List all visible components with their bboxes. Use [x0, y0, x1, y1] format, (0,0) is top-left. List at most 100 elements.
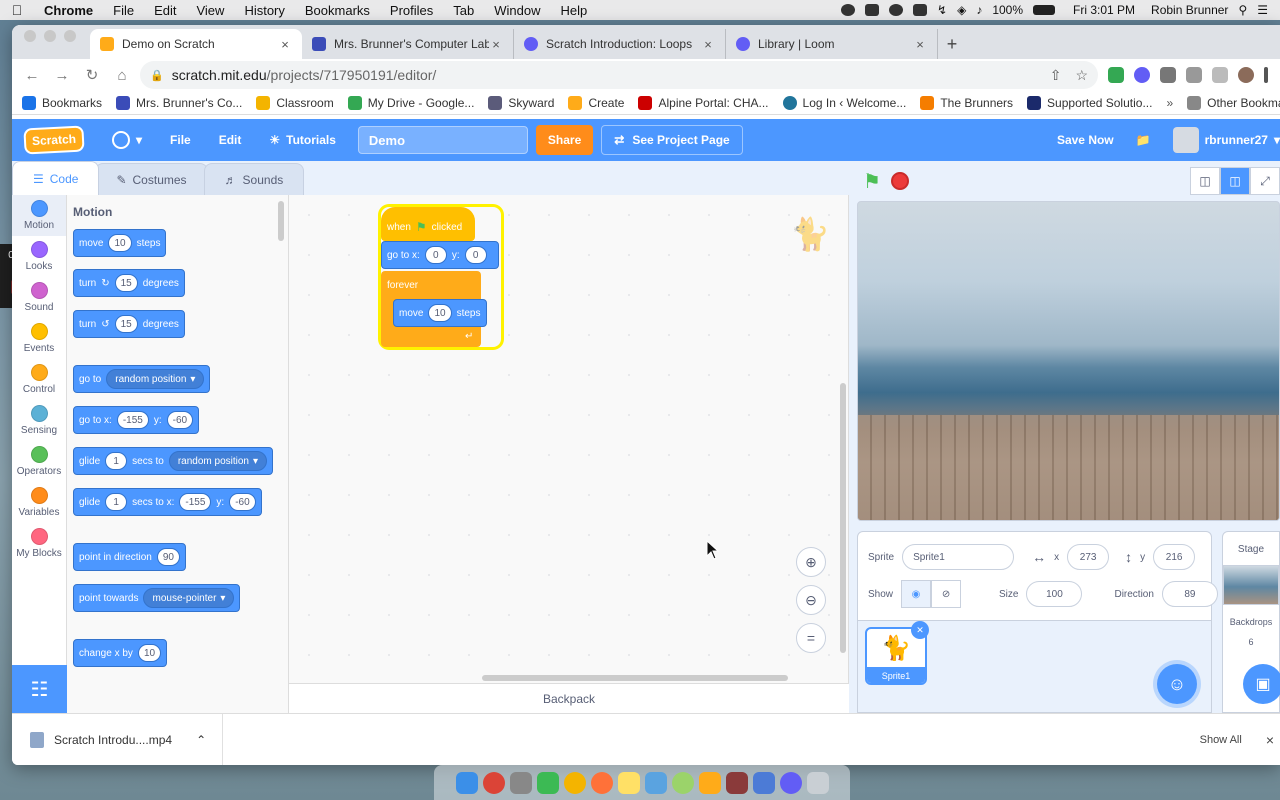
save-now-button[interactable]: Save Now: [1057, 133, 1114, 147]
close-window-button[interactable]: [24, 30, 36, 42]
menu-file[interactable]: File: [103, 3, 144, 18]
loom-extension-icon[interactable]: [1134, 67, 1150, 83]
tab-costumes[interactable]: ✎ Costumes: [95, 163, 208, 195]
workspace-horizontal-scrollbar[interactable]: [482, 675, 788, 681]
sync-icon[interactable]: [671, 771, 694, 794]
sidebar-icon[interactable]: [1212, 67, 1228, 83]
backpack-panel[interactable]: Backpack: [289, 683, 849, 713]
browser-tab-library-loom[interactable]: Library | Loom ×: [726, 29, 938, 59]
close-tab-icon[interactable]: ×: [489, 37, 503, 52]
workspace-vertical-scrollbar[interactable]: [840, 383, 846, 653]
block-input[interactable]: -155: [116, 411, 149, 429]
cloud-icon[interactable]: [889, 4, 904, 16]
zoom-in-button[interactable]: ⊕: [796, 547, 826, 577]
fullscreen-icon[interactable]: ⤢: [1250, 167, 1280, 195]
browser-tab-scratch-intro-loops[interactable]: Scratch Introduction: Loops ×: [514, 29, 726, 59]
chrome-icon[interactable]: [482, 771, 505, 794]
block-dropdown[interactable]: random position ▾: [168, 451, 268, 471]
menu-bookmarks[interactable]: Bookmarks: [295, 3, 380, 18]
minimize-window-button[interactable]: [44, 30, 56, 42]
show-all-downloads-button[interactable]: Show All: [1200, 734, 1242, 746]
address-bar[interactable]: 🔒 scratch.mit.edu /projects/717950191/ed…: [140, 61, 1098, 89]
stage-canvas[interactable]: [857, 201, 1280, 521]
status-app-icon[interactable]: [865, 4, 880, 16]
account-menu[interactable]: rbrunner27 ▾: [1172, 127, 1280, 153]
category-sound[interactable]: Sound: [12, 277, 66, 318]
block-turn-clockwise[interactable]: turn ↻ 15 degrees: [73, 269, 185, 297]
menu-help[interactable]: Help: [551, 3, 598, 18]
grid-extension-icon[interactable]: [1160, 67, 1176, 83]
firefox-icon[interactable]: [590, 771, 613, 794]
block-move-steps[interactable]: move 10 steps: [73, 229, 167, 257]
stage-target-pane[interactable]: Stage Backdrops 6 ▣: [1222, 531, 1280, 713]
category-operators[interactable]: Operators: [12, 441, 66, 482]
puzzle-extensions-icon[interactable]: [1186, 67, 1202, 83]
menubar-clock[interactable]: Fri 3:01 PM: [1073, 3, 1135, 17]
normal-stage-icon[interactable]: ◫: [1220, 167, 1250, 195]
share-button[interactable]: Share: [535, 125, 594, 155]
file-menu[interactable]: File: [156, 133, 205, 147]
direction-input[interactable]: 89: [1161, 581, 1218, 607]
block-input[interactable]: 10: [108, 234, 132, 252]
close-tab-icon[interactable]: ×: [701, 37, 715, 52]
block-input[interactable]: 1: [105, 452, 128, 470]
go-to-xy-block[interactable]: go to x: 0 y: 0: [381, 241, 499, 269]
bookmark-skyward[interactable]: Skyward: [488, 95, 554, 110]
script-workspace[interactable]: when ⚑ clicked go to x: 0 y: 0 forever m…: [289, 195, 849, 683]
block-input[interactable]: 15: [114, 315, 138, 333]
category-events[interactable]: Events: [12, 318, 66, 359]
block-input[interactable]: 0: [424, 246, 447, 264]
bookmark-wordpress-login[interactable]: Log In ‹ Welcome...: [782, 95, 906, 110]
browser-tab-demo-on-scratch[interactable]: Demo on Scratch ×: [90, 29, 302, 59]
block-input[interactable]: 10: [137, 644, 162, 662]
new-tab-button[interactable]: +: [938, 29, 966, 59]
share-page-icon[interactable]: ⇧: [1050, 67, 1062, 84]
menu-app-chrome[interactable]: Chrome: [34, 3, 103, 18]
spotlight-search-icon[interactable]: ⚲: [1238, 3, 1247, 17]
browser-tab-computer-lab[interactable]: Mrs. Brunner's Computer Lab ×: [302, 29, 514, 59]
bookmarks-overflow-chevron[interactable]: »: [1166, 96, 1173, 110]
block-point-towards[interactable]: point towards mouse-pointer ▾: [73, 584, 241, 612]
block-input[interactable]: -60: [229, 493, 256, 511]
maximize-window-button[interactable]: [64, 30, 76, 42]
menu-edit[interactable]: Edit: [144, 3, 186, 18]
bookmark-classroom[interactable]: Classroom: [256, 95, 334, 110]
block-input[interactable]: 90: [156, 548, 180, 566]
category-sensing[interactable]: Sensing: [12, 400, 66, 441]
language-menu[interactable]: ▾: [98, 131, 156, 149]
project-title-input[interactable]: [357, 126, 528, 154]
profile-avatar[interactable]: [1238, 67, 1254, 83]
stop-button[interactable]: [891, 172, 909, 190]
reload-icon[interactable]: ↻: [80, 63, 104, 87]
category-motion[interactable]: Motion: [12, 195, 66, 236]
menu-view[interactable]: View: [186, 3, 234, 18]
zoom-reset-button[interactable]: =: [796, 623, 826, 653]
choose-backdrop-button[interactable]: ▣: [1243, 664, 1280, 704]
close-downloads-icon[interactable]: ×: [1266, 732, 1274, 748]
menu-history[interactable]: History: [234, 3, 294, 18]
block-input[interactable]: 0: [464, 246, 487, 264]
block-dropdown[interactable]: mouse-pointer ▾: [143, 588, 235, 608]
menu-tab[interactable]: Tab: [443, 3, 484, 18]
preview-icon[interactable]: [644, 771, 667, 794]
block-input[interactable]: -155: [179, 493, 212, 511]
download-item[interactable]: Scratch Introdu....mp4 ⌃: [12, 714, 224, 765]
control-center-icon[interactable]: ☰: [1257, 3, 1268, 17]
dictionary-icon[interactable]: [725, 771, 748, 794]
category-variables[interactable]: Variables: [12, 482, 66, 523]
block-go-to-xy[interactable]: go to x: -155 y: -60: [73, 406, 200, 434]
block-glide-to[interactable]: glide 1 secs to random position ▾: [73, 447, 274, 475]
close-tab-icon[interactable]: ×: [913, 37, 927, 52]
my-stuff-folder-icon[interactable]: 📁: [1136, 133, 1151, 147]
google-drive-extension-icon[interactable]: [1108, 67, 1124, 83]
forward-arrow-icon[interactable]: →: [50, 63, 74, 87]
size-input[interactable]: 100: [1026, 581, 1083, 607]
block-input[interactable]: -60: [166, 411, 194, 429]
tutorials-button[interactable]: ☀ Tutorials: [255, 133, 350, 147]
close-tab-icon[interactable]: ×: [278, 37, 292, 52]
block-input[interactable]: 10: [428, 304, 452, 322]
add-extension-button[interactable]: ☷: [12, 665, 67, 713]
x-position-input[interactable]: 273: [1067, 544, 1110, 570]
loom-app-icon[interactable]: [779, 771, 802, 794]
facetime-icon[interactable]: [536, 771, 559, 794]
